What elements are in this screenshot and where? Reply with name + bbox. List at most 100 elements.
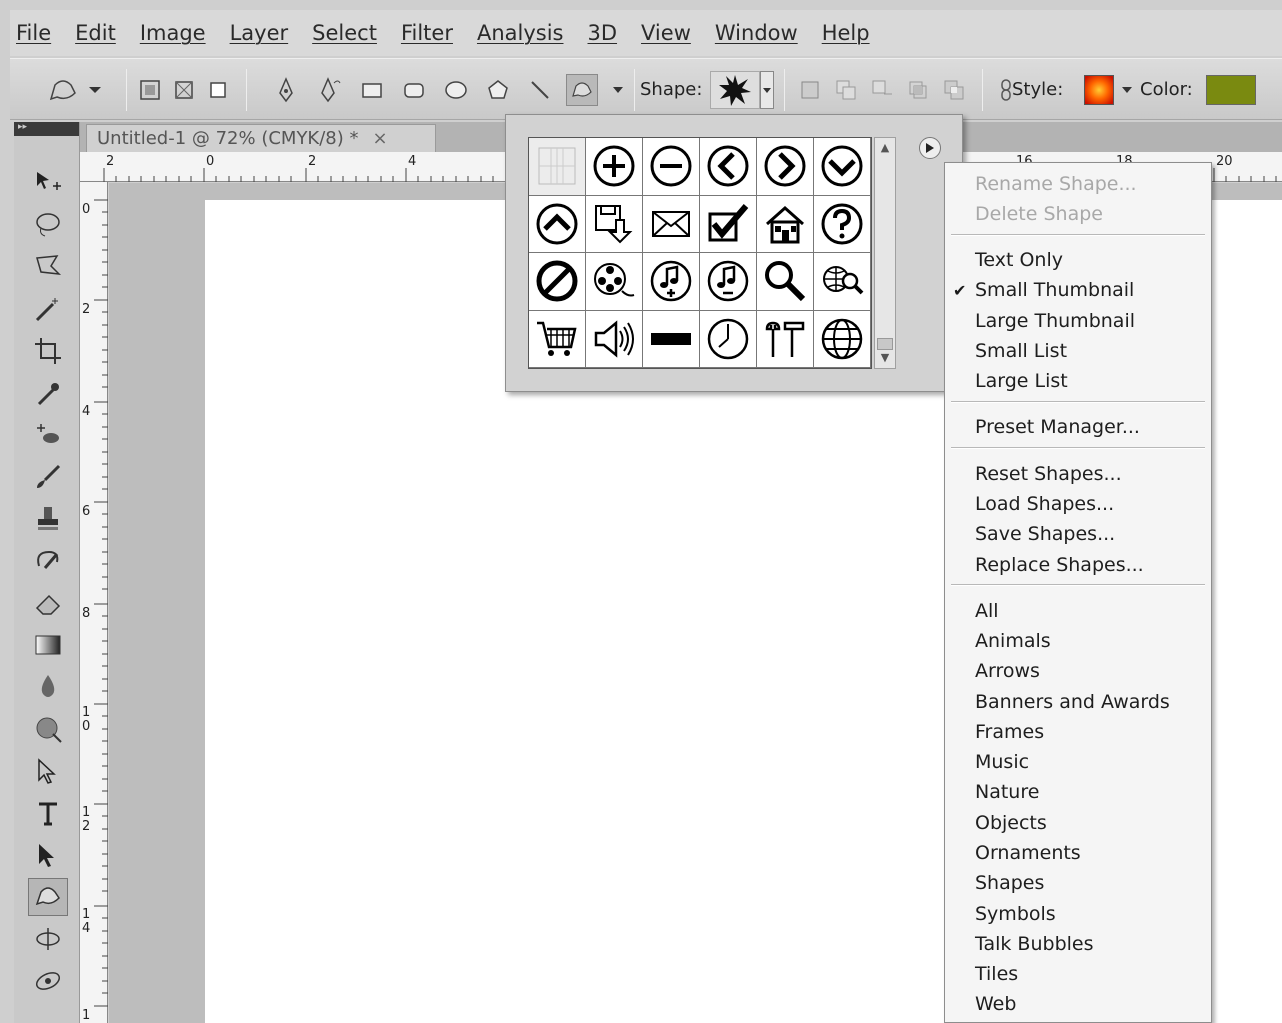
clone-stamp-tool[interactable] — [28, 500, 68, 538]
type-tool[interactable] — [28, 794, 68, 832]
menu-item-load-shapes[interactable]: Load Shapes... — [975, 493, 1114, 515]
menu-item-library-ornaments[interactable]: Ornaments — [975, 842, 1081, 864]
line-tool-button[interactable] — [524, 74, 556, 106]
custom-shape-tool-button[interactable] — [566, 74, 598, 106]
menu-item-replace-shapes[interactable]: Replace Shapes... — [975, 554, 1144, 576]
menu-item-library-shapes[interactable]: Shapes — [975, 872, 1044, 894]
shape-cell[interactable] — [643, 310, 700, 368]
pen-tool-button[interactable] — [270, 74, 302, 106]
magic-wand-tool[interactable] — [28, 290, 68, 328]
menu-window[interactable]: Window — [715, 21, 798, 45]
fill-pixels-button[interactable] — [202, 74, 234, 106]
menu-item-small-thumbnail[interactable]: Small Thumbnail — [975, 279, 1134, 301]
close-icon[interactable]: × — [373, 128, 388, 149]
shape-cell[interactable] — [814, 138, 871, 196]
tool-preset-picker[interactable] — [40, 73, 110, 107]
shape-cell[interactable] — [757, 253, 814, 311]
document-tab[interactable]: Untitled-1 @ 72% (CMYK/8) * × — [86, 124, 436, 152]
menu-help[interactable]: Help — [822, 21, 870, 45]
shape-cell[interactable] — [643, 253, 700, 311]
freeform-pen-button[interactable] — [314, 74, 346, 106]
rounded-rectangle-button[interactable] — [398, 74, 430, 106]
shape-cell[interactable] — [700, 253, 757, 311]
custom-shape-tool[interactable] — [28, 878, 68, 916]
dodge-tool[interactable] — [28, 710, 68, 748]
menu-filter[interactable]: Filter — [401, 21, 453, 45]
rectangle-tool-button[interactable] — [356, 74, 388, 106]
polygonal-lasso-tool[interactable] — [28, 248, 68, 286]
menu-item-library-nature[interactable]: Nature — [975, 781, 1039, 803]
shape-cell[interactable] — [757, 310, 814, 368]
shape-cell[interactable] — [529, 253, 586, 311]
shape-cell[interactable] — [643, 195, 700, 253]
shape-cell[interactable] — [814, 253, 871, 311]
3d-rotate-tool[interactable] — [28, 920, 68, 958]
shape-cell[interactable] — [529, 310, 586, 368]
shape-cell[interactable] — [586, 310, 643, 368]
scroll-down-icon[interactable]: ▼ — [877, 350, 893, 366]
menu-item-reset-shapes[interactable]: Reset Shapes... — [975, 463, 1122, 485]
gradient-tool[interactable] — [28, 626, 68, 664]
scroll-up-icon[interactable]: ▲ — [877, 140, 893, 156]
shape-picker-dropdown[interactable] — [760, 71, 774, 109]
menu-item-save-shapes[interactable]: Save Shapes... — [975, 523, 1115, 545]
menu-image[interactable]: Image — [140, 21, 206, 45]
move-tool[interactable] — [28, 164, 68, 202]
scrollbar-thumb[interactable] — [877, 338, 893, 350]
menu-select[interactable]: Select — [312, 21, 377, 45]
menu-edit[interactable]: Edit — [75, 21, 116, 45]
menu-item-preset-manager[interactable]: Preset Manager... — [975, 416, 1140, 438]
intersect-shape-area-button[interactable] — [902, 74, 934, 106]
shape-cell[interactable] — [700, 138, 757, 196]
shape-cell[interactable] — [757, 138, 814, 196]
eraser-tool[interactable] — [28, 584, 68, 622]
menu-item-library-tiles[interactable]: Tiles — [975, 963, 1018, 985]
brush-tool[interactable] — [28, 458, 68, 496]
add-to-shape-area-button[interactable] — [830, 74, 862, 106]
subtract-shape-area-button[interactable] — [866, 74, 898, 106]
shape-cell[interactable] — [529, 138, 586, 196]
menu-item-text-only[interactable]: Text Only — [975, 249, 1063, 271]
ellipse-tool-button[interactable] — [440, 74, 472, 106]
menu-3d[interactable]: 3D — [588, 21, 618, 45]
create-new-shape-layer-button[interactable] — [794, 74, 826, 106]
style-dropdown[interactable] — [1120, 73, 1134, 107]
menu-item-library-all[interactable]: All — [975, 600, 999, 622]
history-brush-tool[interactable] — [28, 542, 68, 580]
lasso-tool[interactable] — [28, 206, 68, 244]
shape-cell[interactable] — [700, 310, 757, 368]
shape-cell[interactable] — [586, 253, 643, 311]
eyedropper-tool[interactable] — [28, 374, 68, 412]
menu-item-small-list[interactable]: Small List — [975, 340, 1067, 362]
menu-item-library-symbols[interactable]: Symbols — [975, 903, 1056, 925]
direct-selection-tool[interactable] — [28, 836, 68, 874]
shape-picker-scrollbar[interactable]: ▲ ▼ — [874, 137, 896, 369]
shape-layers-button[interactable] — [134, 74, 166, 106]
geometry-options-dropdown[interactable] — [610, 73, 626, 107]
menu-analysis[interactable]: Analysis — [477, 21, 564, 45]
menu-item-large-list[interactable]: Large List — [975, 370, 1068, 392]
shape-cell[interactable] — [586, 195, 643, 253]
shape-cell[interactable] — [814, 310, 871, 368]
polygon-tool-button[interactable] — [482, 74, 514, 106]
menu-item-library-frames[interactable]: Frames — [975, 721, 1044, 743]
shape-cell[interactable] — [643, 138, 700, 196]
menu-layer[interactable]: Layer — [230, 21, 289, 45]
shape-preview-button[interactable] — [710, 71, 760, 109]
exclude-shape-area-button[interactable] — [938, 74, 970, 106]
tools-panel-header[interactable]: ▸▸ — [14, 122, 79, 136]
menu-item-library-music[interactable]: Music — [975, 751, 1029, 773]
shape-cell[interactable] — [814, 195, 871, 253]
style-swatch[interactable] — [1084, 75, 1114, 105]
spot-healing-tool[interactable] — [28, 416, 68, 454]
3d-orbit-tool[interactable] — [28, 962, 68, 1000]
vertical-ruler[interactable]: 0 2 4 6 8 1 0 1 2 1 4 1 — [80, 182, 108, 1023]
shape-cell[interactable] — [757, 195, 814, 253]
crop-tool[interactable] — [28, 332, 68, 370]
menu-item-library-talk-bubbles[interactable]: Talk Bubbles — [975, 933, 1094, 955]
menu-file[interactable]: File — [16, 21, 51, 45]
menu-item-large-thumbnail[interactable]: Large Thumbnail — [975, 310, 1135, 332]
picker-menu-button[interactable] — [919, 137, 941, 159]
menu-item-library-animals[interactable]: Animals — [975, 630, 1051, 652]
shape-cell[interactable] — [700, 195, 757, 253]
